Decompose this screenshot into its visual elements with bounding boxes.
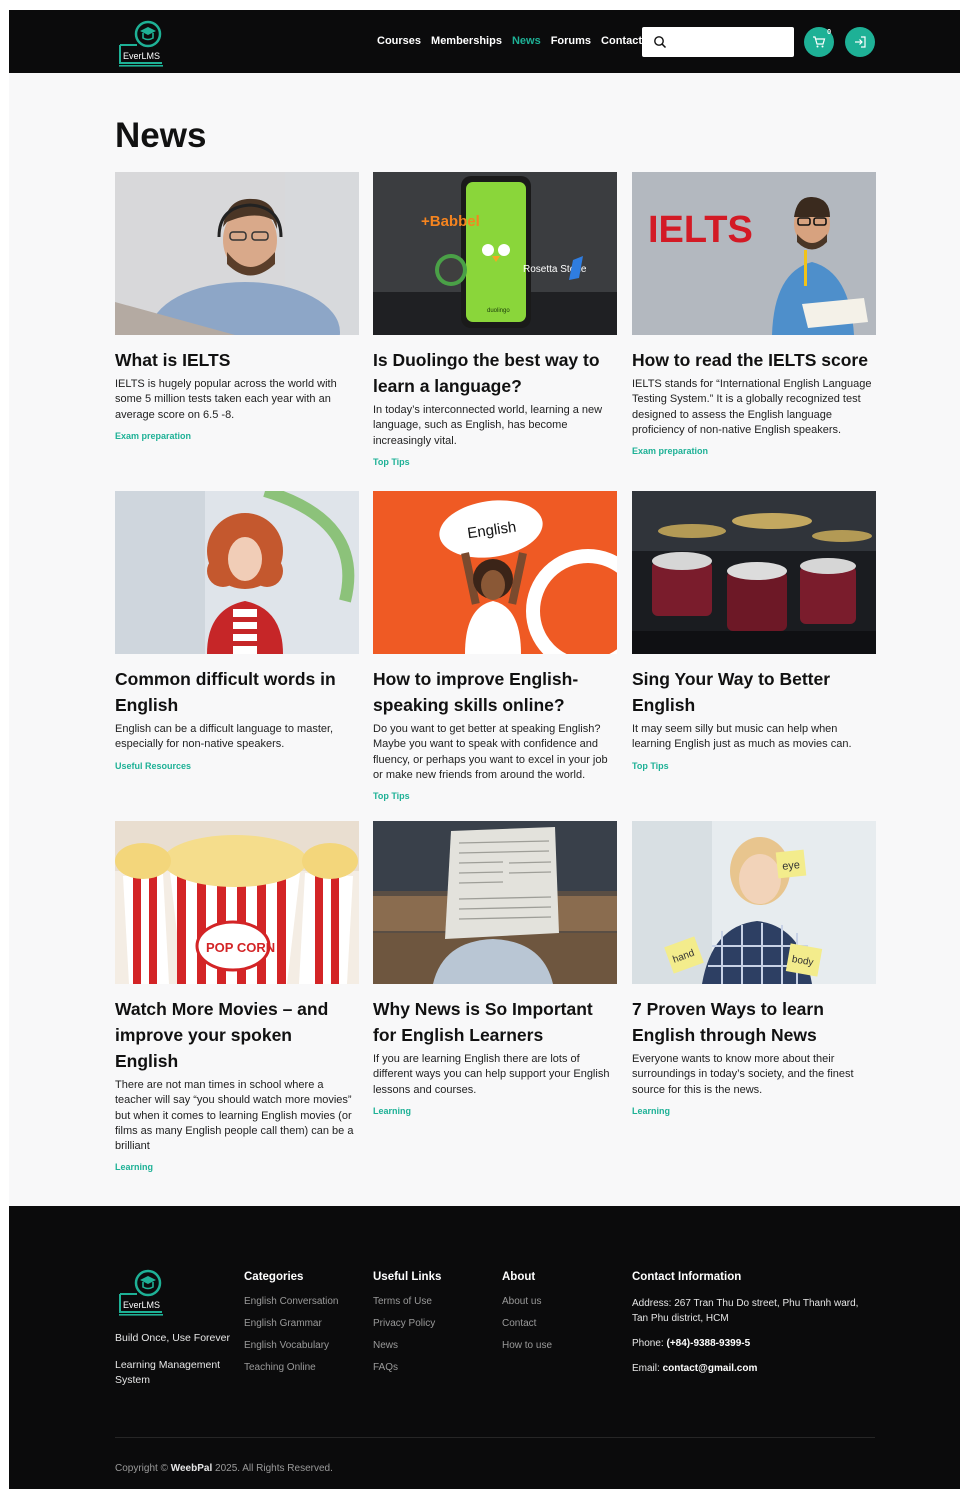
drum-kit-photo[interactable] xyxy=(632,491,876,654)
sticky-note-eye: eye xyxy=(782,859,801,873)
news-card[interactable]: Why News is So Important for English Lea… xyxy=(373,821,617,1116)
news-card[interactable]: Sing Your Way to Better English It may s… xyxy=(632,491,876,771)
phone-language-apps-photo[interactable]: +Babbel Rosetta Stone duolingo xyxy=(373,172,617,335)
logo-text: EverLMS xyxy=(123,51,160,61)
news-card-excerpt: If you are learning English there are lo… xyxy=(373,1053,610,1096)
footer-link[interactable]: Terms of Use xyxy=(373,1296,441,1307)
footer-logo-text: EverLMS xyxy=(123,1300,160,1310)
woman-holding-english-bubble-photo[interactable]: English xyxy=(373,491,617,654)
news-card-category[interactable]: Learning xyxy=(115,1162,359,1172)
footer-heading: Useful Links xyxy=(373,1271,442,1283)
news-card-excerpt: English can be a difficult language to m… xyxy=(115,723,334,751)
news-card[interactable]: Common difficult words in English Englis… xyxy=(115,491,359,771)
news-card-title[interactable]: Common difficult words in English xyxy=(115,666,359,718)
site-footer: EverLMS Build Once, Use Forever Learning… xyxy=(9,1206,960,1489)
news-card-title[interactable]: How to improve English-speaking skills o… xyxy=(373,666,617,718)
ielts-man-with-notebook-photo[interactable]: IELTS xyxy=(632,172,876,335)
news-card-category[interactable]: Exam preparation xyxy=(115,431,359,441)
cart-icon xyxy=(813,36,826,48)
news-card[interactable]: English How to improve English-speaking … xyxy=(373,491,617,801)
footer-useful-links: Useful Links Terms of Use Privacy Policy… xyxy=(373,1271,441,1384)
news-card-title[interactable]: Sing Your Way to Better English xyxy=(632,666,876,718)
news-card-excerpt: IELTS is hugely popular across the world… xyxy=(115,378,337,421)
news-card[interactable]: +Babbel Rosetta Stone duolingo Is Duolin… xyxy=(373,172,617,467)
page-title: News xyxy=(115,116,207,155)
news-card-category[interactable]: Top Tips xyxy=(373,791,617,801)
duolingo-text: duolingo xyxy=(487,308,510,314)
news-card-category[interactable]: Exam preparation xyxy=(632,446,876,456)
footer-link[interactable]: About us xyxy=(502,1296,552,1307)
news-card[interactable]: POP CORN Watch More Movies – and improve… xyxy=(115,821,359,1172)
nav-news[interactable]: News xyxy=(512,35,541,47)
ielts-text: IELTS xyxy=(648,209,753,251)
site-header: EverLMS Courses Memberships News Forums … xyxy=(9,10,960,73)
news-card-excerpt: Everyone wants to know more about their … xyxy=(632,1053,854,1096)
news-card-excerpt: IELTS stands for “International English … xyxy=(632,378,872,436)
news-card-excerpt: Do you want to get better at speaking En… xyxy=(373,723,608,781)
copyright-brand-link[interactable]: WeebPal xyxy=(171,1463,213,1474)
cart-count-badge: 0 xyxy=(827,29,831,36)
search-box xyxy=(642,27,794,57)
login-icon xyxy=(855,36,866,48)
footer-link[interactable]: FAQs xyxy=(373,1362,441,1373)
footer-link[interactable]: English Vocabulary xyxy=(244,1340,339,1351)
news-card[interactable]: What is IELTS IELTS is hugely popular ac… xyxy=(115,172,359,441)
news-card-category[interactable]: Learning xyxy=(632,1106,876,1116)
news-card[interactable]: IELTS How to read the IELTS score IELTS … xyxy=(632,172,876,456)
footer-categories: Categories English Conversation English … xyxy=(244,1271,339,1384)
nav-courses[interactable]: Courses xyxy=(377,35,421,47)
person-reading-newspaper-photo[interactable] xyxy=(373,821,617,984)
news-card-excerpt: It may seem silly but music can help whe… xyxy=(632,723,852,751)
man-with-headset-photo[interactable] xyxy=(115,172,359,335)
main-nav: Courses Memberships News Forums Contact … xyxy=(377,35,659,47)
footer-about: About About us Contact How to use xyxy=(502,1271,552,1362)
news-card-title[interactable]: Watch More Movies – and improve your spo… xyxy=(115,996,359,1074)
cart-button[interactable]: 0 xyxy=(804,27,834,57)
popcorn-box-text: POP CORN xyxy=(206,940,275,955)
popcorn-photo[interactable]: POP CORN xyxy=(115,821,359,984)
footer-link[interactable]: Privacy Policy xyxy=(373,1318,441,1329)
footer-description: Learning Management System xyxy=(115,1359,221,1386)
news-card-title[interactable]: How to read the IELTS score xyxy=(632,347,876,373)
curly-hair-woman-photo[interactable] xyxy=(115,491,359,654)
contact-email: Email: contact@gmail.com xyxy=(632,1363,758,1374)
footer-link[interactable]: News xyxy=(373,1340,441,1351)
news-card-title[interactable]: Why News is So Important for English Lea… xyxy=(373,996,617,1048)
news-card[interactable]: eye hand body 7 Proven Ways to learn Eng… xyxy=(632,821,876,1116)
page: EverLMS Courses Memberships News Forums … xyxy=(9,10,960,1489)
login-button[interactable] xyxy=(845,27,875,57)
nav-memberships[interactable]: Memberships xyxy=(431,35,502,47)
everlms-logo[interactable]: EverLMS xyxy=(115,17,167,67)
footer-heading: Categories xyxy=(244,1271,304,1283)
news-card-category[interactable]: Top Tips xyxy=(373,457,617,467)
nav-forums[interactable]: Forums xyxy=(551,35,591,47)
footer-link[interactable]: How to use xyxy=(502,1340,552,1351)
footer-tagline: Build Once, Use Forever xyxy=(115,1332,230,1344)
news-card-category[interactable]: Top Tips xyxy=(632,761,876,771)
babbel-text: +Babbel xyxy=(421,213,480,230)
contact-phone: Phone: (+84)-9388-9399-5 xyxy=(632,1338,751,1349)
contact-address: Address: 267 Tran Thu Do street, Phu Tha… xyxy=(632,1298,859,1324)
footer-link[interactable]: English Conversation xyxy=(244,1296,339,1307)
footer-link[interactable]: Contact xyxy=(502,1318,552,1329)
news-card-excerpt: There are not man times in school where … xyxy=(115,1079,354,1153)
news-card-title[interactable]: 7 Proven Ways to learn English through N… xyxy=(632,996,876,1048)
search-input[interactable] xyxy=(672,32,787,52)
footer-logo[interactable]: EverLMS xyxy=(115,1266,167,1316)
news-card-title[interactable]: Is Duolingo the best way to learn a lang… xyxy=(373,347,617,399)
footer-link[interactable]: English Grammar xyxy=(244,1318,339,1329)
news-card-title[interactable]: What is IELTS xyxy=(115,347,359,373)
news-card-category[interactable]: Learning xyxy=(373,1106,617,1116)
footer-heading: Contact Information xyxy=(632,1271,742,1283)
news-card-excerpt: In today’s interconnected world, learnin… xyxy=(373,404,603,447)
footer-divider xyxy=(115,1437,875,1438)
girl-with-sticky-notes-photo[interactable]: eye hand body xyxy=(632,821,876,984)
footer-heading: About xyxy=(502,1271,536,1283)
footer-link[interactable]: Teaching Online xyxy=(244,1362,339,1373)
news-card-category[interactable]: Useful Resources xyxy=(115,761,359,771)
copyright: Copyright © WeebPal 2025. All Rights Res… xyxy=(115,1463,333,1474)
search-icon[interactable] xyxy=(653,35,667,49)
footer-contact: Contact Information Address: 267 Tran Th… xyxy=(632,1271,877,1386)
